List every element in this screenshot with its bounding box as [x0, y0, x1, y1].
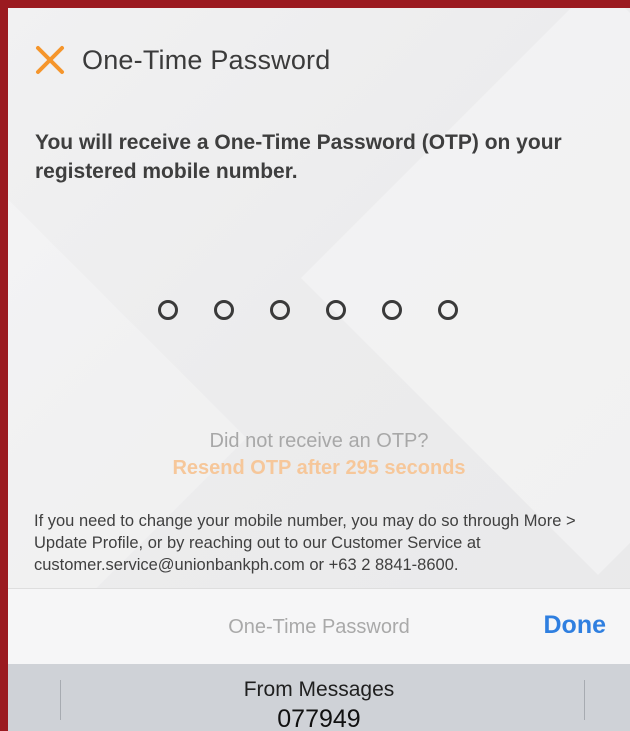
suggestion-source: From Messages	[243, 678, 395, 701]
otp-instructions: You will receive a One-Time Password (OT…	[35, 131, 562, 183]
otp-input[interactable]	[158, 300, 458, 320]
close-button[interactable]	[32, 42, 68, 78]
autofill-suggestion-bar: From Messages 077949	[8, 664, 630, 731]
divider	[60, 680, 61, 720]
page-title: One-Time Password	[82, 44, 331, 75]
keyboard-toolbar: One-Time Password Done	[8, 588, 630, 665]
otp-digit-6[interactable]	[438, 300, 458, 320]
otp-digit-2[interactable]	[214, 300, 234, 320]
background-shape	[301, 8, 630, 575]
otp-autofill-suggestion[interactable]: From Messages 077949	[68, 664, 570, 731]
divider	[584, 680, 585, 720]
toolbar-title: One-Time Password	[228, 616, 410, 638]
otp-digit-5[interactable]	[382, 300, 402, 320]
close-icon	[36, 46, 64, 74]
done-button[interactable]: Done	[544, 611, 607, 640]
screen: One-Time Password You will receive a One…	[8, 8, 630, 731]
header: One-Time Password	[32, 40, 330, 80]
otp-digit-4[interactable]	[326, 300, 346, 320]
otp-not-received-text: Did not receive an OTP?	[209, 430, 429, 452]
suggestion-code: 077949	[277, 705, 361, 731]
otp-digit-1[interactable]	[158, 300, 178, 320]
otp-digit-3[interactable]	[270, 300, 290, 320]
resend-otp-link[interactable]: Resend OTP after 295 seconds	[8, 457, 630, 480]
change-number-info: If you need to change your mobile number…	[34, 512, 576, 574]
